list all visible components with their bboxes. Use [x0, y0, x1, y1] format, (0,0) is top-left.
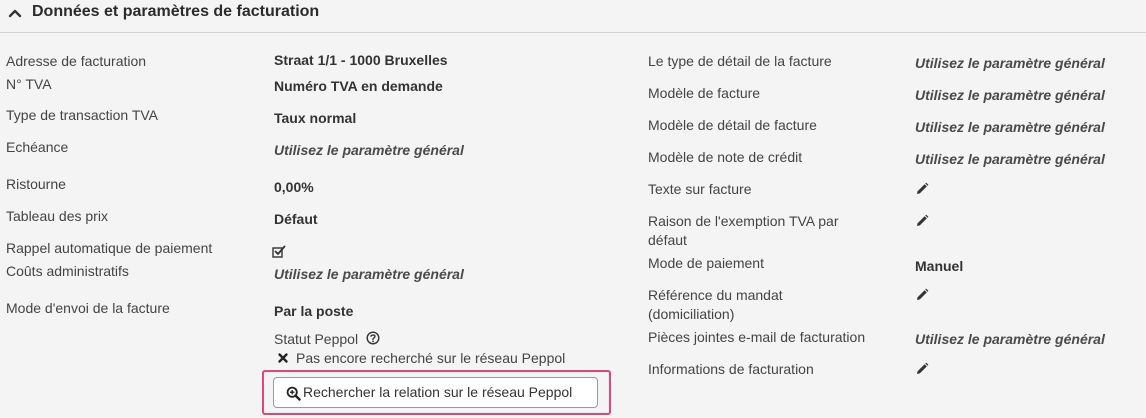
price-table-value: Défaut [274, 211, 318, 227]
billing-info-label: Informations de facturation [648, 361, 814, 377]
email-attachments-value: Utilisez le paramètre général [915, 331, 1105, 347]
pencil-icon[interactable] [914, 181, 930, 197]
invoice-detail-template-label: Modèle de détail de facture [648, 117, 817, 133]
question-circle-icon[interactable] [366, 331, 380, 345]
chevron-up-icon[interactable] [8, 6, 22, 20]
discount-label: Ristourne [6, 176, 66, 192]
vat-transaction-type-value: Taux normal [274, 110, 357, 126]
section-title: Données et paramètres de facturation [32, 3, 320, 20]
send-mode-label: Mode d'envoi de la facture [6, 300, 170, 316]
magnifier-plus-icon [286, 386, 301, 401]
invoice-text-label: Texte sur facture [648, 181, 752, 197]
price-table-label: Tableau des prix [6, 208, 108, 224]
payment-mode-label: Mode de paiement [648, 255, 764, 271]
x-mark-icon [278, 353, 288, 363]
auto-reminder-label: Rappel automatique de paiement [6, 240, 213, 256]
send-mode-value: Par la poste [274, 303, 354, 319]
invoice-template-label: Modèle de facture [648, 85, 761, 101]
mandate-reference-label: Référence du mandat [648, 287, 783, 303]
peppol-status-text: Pas encore recherché sur le réseau Peppo… [296, 350, 566, 366]
vat-number-label: N° TVA [6, 76, 52, 92]
peppol-search-button[interactable]: Rechercher la relation sur le réseau Pep… [273, 377, 598, 408]
invoice-template-value: Utilisez le paramètre général [915, 87, 1105, 103]
due-date-value: Utilisez le paramètre général [274, 142, 464, 158]
vat-exemption-reason-label-line2: défaut [648, 232, 687, 248]
peppol-search-highlight: Rechercher la relation sur le réseau Pep… [262, 370, 611, 415]
pencil-icon[interactable] [914, 213, 930, 229]
vat-number-value: Numéro TVA en demande [274, 78, 443, 94]
pencil-icon[interactable] [914, 287, 930, 303]
peppol-status-label: Statut Peppol [274, 331, 359, 347]
checked-checkbox-icon [272, 245, 286, 258]
vat-exemption-reason-label: Raison de l'exemption TVA par [648, 213, 839, 229]
credit-note-template-label: Modèle de note de crédit [648, 149, 803, 165]
invoice-detail-type-value: Utilisez le paramètre général [915, 55, 1105, 71]
admin-costs-label: Coûts administratifs [6, 263, 129, 279]
payment-mode-value: Manuel [915, 258, 964, 274]
invoice-detail-type-label: Le type de détail de la facture [648, 53, 832, 69]
mandate-reference-label-line2: (domiciliation) [648, 306, 735, 322]
admin-costs-value: Utilisez le paramètre général [274, 266, 464, 282]
billing-address-label: Adresse de facturation [6, 53, 147, 69]
due-date-label: Echéance [6, 139, 69, 155]
credit-note-template-value: Utilisez le paramètre général [915, 151, 1105, 167]
section-header[interactable]: Données et paramètres de facturation [0, 0, 1146, 33]
peppol-search-button-label: Rechercher la relation sur le réseau Pep… [303, 384, 573, 400]
vat-transaction-type-label: Type de transaction TVA [6, 107, 159, 123]
email-attachments-label: Pièces jointes e-mail de facturation [648, 329, 866, 345]
invoice-detail-template-value: Utilisez le paramètre général [915, 119, 1105, 135]
pencil-icon[interactable] [914, 361, 930, 377]
discount-value: 0,00% [274, 179, 314, 195]
billing-address-value: Straat 1/1 - 1000 Bruxelles [274, 52, 448, 68]
